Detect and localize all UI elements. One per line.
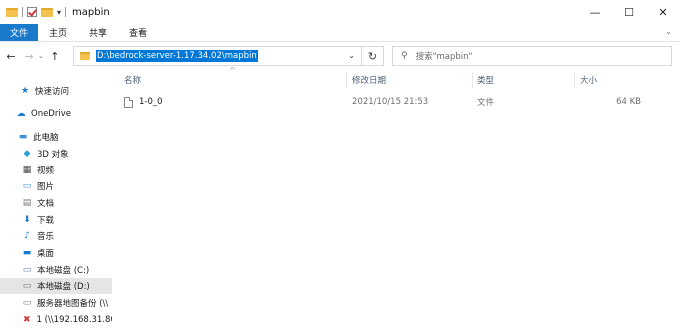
recent-locations-icon[interactable]: ⌄ bbox=[38, 52, 44, 60]
tab-home[interactable]: 主页 bbox=[38, 24, 78, 41]
sidebar-item-label: 3D 对象 bbox=[37, 150, 69, 160]
ribbon-tabs: 文件 主页 共享 查看 ⌄ bbox=[0, 24, 680, 42]
minimize-button[interactable]: — bbox=[578, 0, 612, 24]
column-divider[interactable] bbox=[472, 72, 473, 88]
column-header-name[interactable]: 名称 bbox=[124, 72, 344, 88]
quick-access-toolbar: ▾ bbox=[0, 7, 67, 17]
tab-view[interactable]: 查看 bbox=[118, 24, 158, 41]
computer-icon: ▬ bbox=[18, 132, 28, 142]
column-header-size[interactable]: 大小 bbox=[580, 72, 650, 88]
tab-file[interactable]: 文件 bbox=[0, 24, 39, 41]
sidebar-item-drive-c[interactable]: ▭ 本地磁盘 (C:) bbox=[0, 262, 112, 278]
up-button[interactable]: ↑ bbox=[48, 50, 62, 63]
navigation-bar: ← → ⌄ ↑ D:\bedrock-server-1.17.34.02\map… bbox=[0, 44, 680, 68]
sidebar-item-label: 本地磁盘 (C:) bbox=[37, 266, 90, 276]
sidebar-item-label: 桌面 bbox=[37, 249, 55, 259]
column-divider[interactable] bbox=[346, 72, 347, 88]
expand-ribbon-icon[interactable]: ⌄ bbox=[665, 27, 672, 36]
sidebar-item-label: 图片 bbox=[37, 182, 55, 192]
navigation-pane: ★ 快速访问 ☁ OneDrive ▬ 此电脑 ◆ 3D 对象 ▦ 视频 ▭ 图… bbox=[0, 74, 112, 328]
sidebar-item-label: 此电脑 bbox=[33, 133, 59, 143]
maximize-button[interactable]: ☐ bbox=[612, 0, 646, 24]
sidebar-item-videos[interactable]: ▦ 视频 bbox=[0, 162, 112, 178]
sidebar-item-label: 下载 bbox=[37, 216, 55, 226]
sidebar-item-label: 服务器地图备份 (\\ bbox=[37, 299, 109, 309]
sidebar-item-this-pc[interactable]: ▬ 此电脑 bbox=[0, 129, 112, 145]
address-path[interactable]: D:\bedrock-server-1.17.34.02\mapbin bbox=[96, 50, 258, 62]
sidebar-item-label: 1 (\\192.168.31.80 bbox=[36, 315, 112, 325]
sidebar-item-documents[interactable]: ▤ 文档 bbox=[0, 195, 112, 211]
file-icon bbox=[124, 96, 133, 108]
column-header-type[interactable]: 类型 bbox=[477, 72, 573, 88]
file-type: 文件 bbox=[477, 98, 495, 108]
search-input[interactable]: ⚲ 搜索"mapbin" bbox=[392, 46, 672, 66]
sidebar-item-network-share[interactable]: ✖ 1 (\\192.168.31.80 bbox=[0, 312, 112, 328]
disconnected-drive-icon: ✖ bbox=[22, 315, 31, 325]
folder-icon bbox=[6, 7, 18, 17]
new-folder-icon[interactable] bbox=[41, 7, 53, 17]
sidebar-item-label: 视频 bbox=[37, 166, 55, 176]
sidebar-item-label: 本地磁盘 (D:) bbox=[37, 282, 90, 292]
sidebar-item-label: 音乐 bbox=[37, 232, 55, 242]
column-divider[interactable] bbox=[574, 72, 575, 88]
drive-icon: ▭ bbox=[22, 281, 32, 291]
sidebar-item-downloads[interactable]: ⬇ 下载 bbox=[0, 212, 112, 228]
file-size: 64 KB bbox=[616, 97, 641, 107]
file-date: 2021/10/15 21:53 bbox=[352, 97, 429, 107]
cloud-icon: ☁ bbox=[16, 109, 26, 119]
forward-button[interactable]: → bbox=[22, 50, 36, 63]
separator bbox=[22, 7, 23, 17]
file-name: 1-0_0 bbox=[139, 97, 163, 107]
film-icon: ▦ bbox=[22, 165, 32, 175]
sidebar-item-quick-access[interactable]: ★ 快速访问 bbox=[0, 83, 112, 99]
column-header-date[interactable]: 修改日期 bbox=[352, 72, 470, 88]
windows-drive-icon: ▭ bbox=[22, 265, 32, 275]
music-icon: ♪ bbox=[24, 231, 30, 241]
desktop-icon: ▬ bbox=[22, 248, 32, 258]
refresh-button[interactable]: ↻ bbox=[362, 46, 384, 66]
tab-share[interactable]: 共享 bbox=[78, 24, 118, 41]
file-name-cell[interactable]: 1-0_0 bbox=[124, 93, 163, 111]
network-drive-icon: ▭ bbox=[22, 298, 32, 308]
sidebar-item-3d-objects[interactable]: ◆ 3D 对象 bbox=[0, 146, 112, 162]
sidebar-item-label: OneDrive bbox=[31, 109, 71, 119]
picture-icon: ▭ bbox=[22, 181, 32, 191]
file-row[interactable]: 1-0_0 2021/10/15 21:53 文件 64 KB bbox=[116, 93, 676, 111]
address-bar[interactable]: D:\bedrock-server-1.17.34.02\mapbin ⌄ bbox=[73, 46, 362, 66]
address-dropdown-icon[interactable]: ⌄ bbox=[348, 51, 355, 60]
sidebar-item-label: 文档 bbox=[37, 199, 55, 209]
separator bbox=[65, 7, 67, 17]
title-bar: ▾ mapbin — ☐ ✕ bbox=[0, 0, 680, 24]
download-icon: ⬇ bbox=[23, 215, 31, 225]
sidebar-item-pictures[interactable]: ▭ 图片 bbox=[0, 178, 112, 194]
star-icon: ★ bbox=[20, 86, 30, 96]
search-icon: ⚲ bbox=[401, 51, 408, 61]
window-title: mapbin bbox=[72, 6, 110, 18]
sidebar-item-label: 快速访问 bbox=[35, 87, 70, 97]
folder-icon bbox=[80, 52, 90, 60]
cube-icon: ◆ bbox=[23, 149, 31, 159]
back-button[interactable]: ← bbox=[4, 50, 18, 63]
document-icon: ▤ bbox=[22, 198, 32, 208]
properties-icon[interactable] bbox=[27, 7, 37, 17]
close-button[interactable]: ✕ bbox=[646, 0, 680, 24]
customize-toolbar-icon[interactable]: ▾ bbox=[57, 8, 61, 17]
sidebar-item-music[interactable]: ♪ 音乐 bbox=[0, 228, 112, 244]
sidebar-item-drive-d[interactable]: ▭ 本地磁盘 (D:) bbox=[0, 278, 112, 294]
sidebar-item-network-backup[interactable]: ▭ 服务器地图备份 (\\ bbox=[0, 295, 112, 311]
sidebar-item-desktop[interactable]: ▬ 桌面 bbox=[0, 245, 112, 261]
sidebar-item-onedrive[interactable]: ☁ OneDrive bbox=[0, 106, 112, 122]
search-placeholder: 搜索"mapbin" bbox=[415, 52, 473, 62]
